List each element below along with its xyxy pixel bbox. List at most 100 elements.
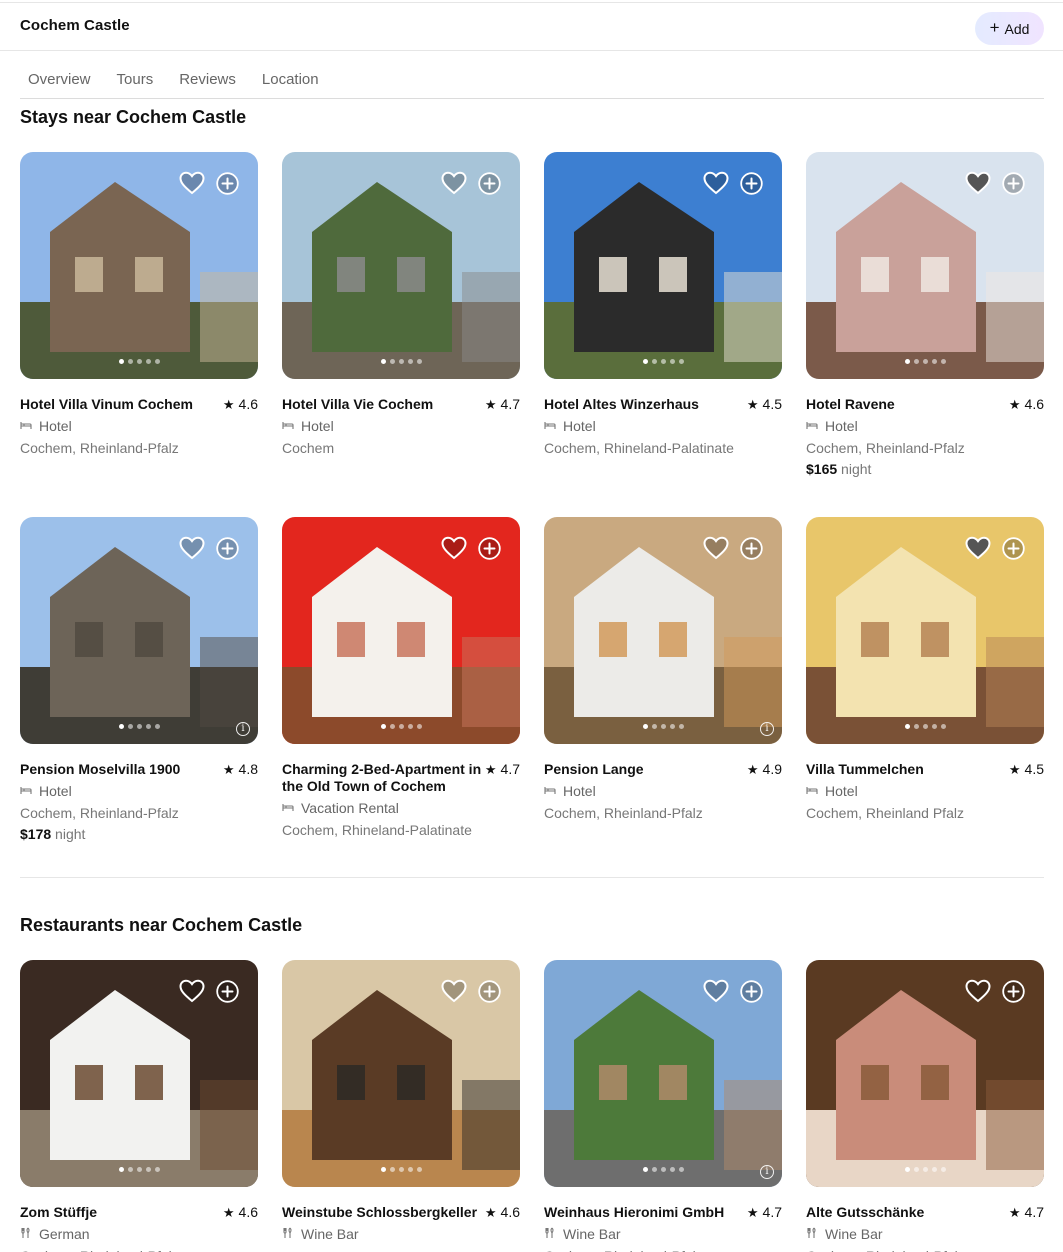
carousel-dot[interactable] bbox=[922, 359, 928, 364]
carousel-dot[interactable] bbox=[154, 724, 160, 729]
carousel-dots[interactable] bbox=[806, 359, 1044, 364]
carousel-dot[interactable] bbox=[407, 359, 413, 364]
add-button[interactable]: + Add bbox=[975, 12, 1044, 45]
stay-photo[interactable]: i bbox=[20, 517, 258, 744]
carousel-dot[interactable] bbox=[913, 724, 919, 729]
heart-icon[interactable] bbox=[179, 979, 205, 1003]
carousel-dots[interactable] bbox=[282, 1167, 520, 1172]
stay-photo[interactable] bbox=[806, 517, 1044, 744]
heart-icon[interactable] bbox=[703, 979, 729, 1003]
carousel-dot[interactable] bbox=[154, 359, 160, 364]
stay-card[interactable]: Hotel Villa Vie Cochem ★ 4.7 Hotel Cochem bbox=[282, 152, 520, 457]
carousel-dot[interactable] bbox=[642, 359, 648, 364]
stay-card[interactable]: i Pension Moselvilla 1900 ★ 4.8 Hotel Cochem,… bbox=[20, 517, 258, 843]
carousel-dot[interactable] bbox=[904, 724, 910, 729]
carousel-dots[interactable] bbox=[20, 1167, 258, 1172]
restaurant-photo[interactable] bbox=[20, 960, 258, 1187]
stay-photo[interactable] bbox=[544, 152, 782, 379]
add-to-trip-icon[interactable] bbox=[478, 172, 501, 195]
restaurant-photo[interactable]: i bbox=[544, 960, 782, 1187]
stay-card[interactable]: Hotel Altes Winzerhaus ★ 4.5 Hotel Cochem, R… bbox=[544, 152, 782, 457]
carousel-dot[interactable] bbox=[398, 359, 404, 364]
add-to-trip-icon[interactable] bbox=[740, 537, 763, 560]
carousel-dot[interactable] bbox=[154, 1167, 160, 1172]
carousel-dots[interactable] bbox=[282, 359, 520, 364]
stay-name[interactable]: Hotel Ravene bbox=[806, 396, 895, 413]
carousel-dots[interactable] bbox=[544, 724, 782, 729]
carousel-dot[interactable] bbox=[389, 1167, 395, 1172]
carousel-dot[interactable] bbox=[416, 1167, 422, 1172]
carousel-dot[interactable] bbox=[136, 724, 142, 729]
stay-card[interactable]: i Pension Lange ★ 4.9 Hotel Cochem, Rheinland… bbox=[544, 517, 782, 822]
restaurant-name[interactable]: Zom Stüffje bbox=[20, 1204, 97, 1221]
heart-icon[interactable] bbox=[703, 171, 729, 195]
carousel-dot[interactable] bbox=[660, 1167, 666, 1172]
carousel-dot[interactable] bbox=[145, 724, 151, 729]
stay-card[interactable]: Hotel Ravene ★ 4.6 Hotel Cochem, Rheinland-P… bbox=[806, 152, 1044, 478]
restaurant-name[interactable]: Weinstube Schlossbergkeller bbox=[282, 1204, 477, 1221]
carousel-dot[interactable] bbox=[407, 1167, 413, 1172]
carousel-dot[interactable] bbox=[660, 359, 666, 364]
heart-icon[interactable] bbox=[965, 979, 991, 1003]
heart-icon[interactable] bbox=[441, 536, 467, 560]
carousel-dot[interactable] bbox=[669, 359, 675, 364]
carousel-dot[interactable] bbox=[398, 1167, 404, 1172]
carousel-dot[interactable] bbox=[678, 724, 684, 729]
stay-photo[interactable]: i bbox=[544, 517, 782, 744]
carousel-dot[interactable] bbox=[940, 359, 946, 364]
carousel-dot[interactable] bbox=[118, 724, 124, 729]
carousel-dot[interactable] bbox=[940, 1167, 946, 1172]
restaurant-card[interactable]: Alte Gutsschänke ★4.7 Wine Bar Cochem, Rhei… bbox=[806, 960, 1044, 1252]
add-to-trip-icon[interactable] bbox=[1002, 537, 1025, 560]
restaurant-photo[interactable] bbox=[806, 960, 1044, 1187]
carousel-dot[interactable] bbox=[651, 359, 657, 364]
heart-icon[interactable] bbox=[441, 979, 467, 1003]
stay-card[interactable]: Villa Tummelchen ★ 4.5 Hotel Cochem, Rheinla… bbox=[806, 517, 1044, 822]
carousel-dot[interactable] bbox=[380, 1167, 386, 1172]
carousel-dot[interactable] bbox=[922, 724, 928, 729]
heart-icon[interactable] bbox=[703, 536, 729, 560]
carousel-dot[interactable] bbox=[931, 359, 937, 364]
carousel-dot[interactable] bbox=[118, 1167, 124, 1172]
stay-card[interactable]: Hotel Villa Vinum Cochem ★ 4.6 Hotel Cochem,… bbox=[20, 152, 258, 457]
stay-name[interactable]: Pension Lange bbox=[544, 761, 644, 778]
tab-location[interactable]: Location bbox=[254, 51, 327, 98]
info-icon[interactable]: i bbox=[760, 1165, 774, 1179]
carousel-dot[interactable] bbox=[669, 724, 675, 729]
carousel-dots[interactable] bbox=[20, 359, 258, 364]
carousel-dot[interactable] bbox=[127, 724, 133, 729]
carousel-dot[interactable] bbox=[660, 724, 666, 729]
stay-photo[interactable] bbox=[282, 517, 520, 744]
heart-icon[interactable] bbox=[179, 536, 205, 560]
carousel-dot[interactable] bbox=[380, 724, 386, 729]
carousel-dot[interactable] bbox=[145, 1167, 151, 1172]
carousel-dots[interactable] bbox=[544, 359, 782, 364]
carousel-dots[interactable] bbox=[806, 1167, 1044, 1172]
tab-tours[interactable]: Tours bbox=[109, 51, 162, 98]
carousel-dot[interactable] bbox=[642, 1167, 648, 1172]
tab-reviews[interactable]: Reviews bbox=[171, 51, 244, 98]
tab-overview[interactable]: Overview bbox=[20, 51, 99, 98]
carousel-dots[interactable] bbox=[282, 724, 520, 729]
heart-icon[interactable] bbox=[965, 171, 991, 195]
carousel-dot[interactable] bbox=[913, 359, 919, 364]
carousel-dot[interactable] bbox=[904, 1167, 910, 1172]
stay-photo[interactable] bbox=[806, 152, 1044, 379]
carousel-dot[interactable] bbox=[922, 1167, 928, 1172]
carousel-dot[interactable] bbox=[678, 1167, 684, 1172]
carousel-dot[interactable] bbox=[651, 1167, 657, 1172]
restaurant-photo[interactable] bbox=[282, 960, 520, 1187]
add-to-trip-icon[interactable] bbox=[1002, 172, 1025, 195]
stay-name[interactable]: Charming 2-Bed-Apartment in the Old Town… bbox=[282, 761, 482, 795]
stay-name[interactable]: Villa Tummelchen bbox=[806, 761, 924, 778]
carousel-dot[interactable] bbox=[136, 359, 142, 364]
carousel-dot[interactable] bbox=[136, 1167, 142, 1172]
add-to-trip-icon[interactable] bbox=[740, 172, 763, 195]
carousel-dot[interactable] bbox=[127, 359, 133, 364]
restaurant-card[interactable]: Zom Stüffje ★4.6 German Cochem, Rheinland-P… bbox=[20, 960, 258, 1252]
carousel-dot[interactable] bbox=[678, 359, 684, 364]
add-to-trip-icon[interactable] bbox=[216, 537, 239, 560]
heart-icon[interactable] bbox=[179, 171, 205, 195]
stay-card[interactable]: Charming 2-Bed-Apartment in the Old Town… bbox=[282, 517, 520, 839]
info-icon[interactable]: i bbox=[760, 722, 774, 736]
